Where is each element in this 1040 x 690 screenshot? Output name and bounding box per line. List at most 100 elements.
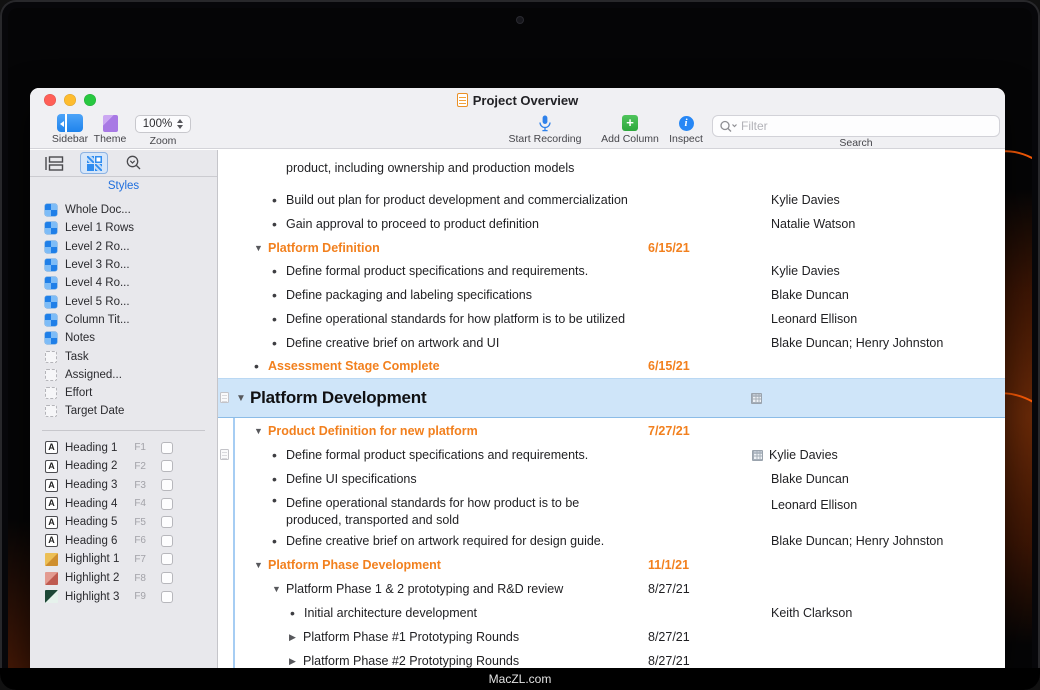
outline-row-wrapped[interactable]: • Define operational standards for how p…	[218, 491, 1005, 529]
outline-row[interactable]: • Define formal product specifications a…	[218, 259, 1005, 283]
stepper-icon	[177, 119, 183, 129]
outline-row-wrapped-continuation[interactable]: product, including ownership and product…	[218, 150, 1005, 188]
outline-row[interactable]: ▼ Platform Phase 1 & 2 prototyping and R…	[218, 577, 1005, 601]
outline-section-row[interactable]: ▼ Product Definition for new platform 7/…	[218, 418, 1005, 443]
target-date-cell: 7/27/21	[648, 424, 690, 438]
document-icon	[457, 93, 468, 107]
assignee-cell: Blake Duncan; Henry Johnston	[771, 336, 943, 350]
outline-section-row[interactable]: ▼ Platform Phase Development 11/1/21	[218, 553, 1005, 577]
tab-styles[interactable]	[80, 152, 108, 174]
named-style-highlight-3[interactable]: Highlight 3F9	[30, 587, 217, 606]
note-icon[interactable]	[220, 449, 229, 460]
style-checkbox[interactable]	[161, 572, 173, 584]
style-list: Whole Doc... Level 1 Rows Level 2 Ro... …	[30, 201, 217, 421]
named-style-highlight-1[interactable]: Highlight 1F7	[30, 550, 217, 569]
bullet-marker: •	[272, 290, 286, 300]
bullet-marker: •	[272, 536, 286, 546]
disclosure-triangle-icon[interactable]: ▼	[236, 393, 250, 404]
style-swatch-icon	[45, 204, 57, 216]
style-checkbox[interactable]	[161, 479, 173, 491]
style-item-assigned[interactable]: Assigned...	[30, 366, 217, 384]
outline-row[interactable]: • Define creative brief on artwork and U…	[218, 331, 1005, 354]
outline-milestone-row[interactable]: • Assessment Stage Complete 6/15/21	[218, 354, 1005, 378]
target-date-cell: 6/15/21	[648, 241, 690, 255]
toolbar-zoom-control[interactable]: 100% Zoom	[118, 113, 208, 147]
style-item-task[interactable]: Task	[30, 347, 217, 365]
zoom-button[interactable]	[84, 94, 96, 106]
named-style-heading-6[interactable]: Heading 6F6	[30, 532, 217, 551]
search-label: Search	[712, 137, 1000, 149]
search-icon	[720, 120, 737, 132]
disclosure-triangle-icon[interactable]: ▼	[254, 243, 268, 253]
toolbar-start-recording-button[interactable]: Start Recording	[500, 113, 590, 145]
selected-section-row[interactable]: ▼ Platform Development	[218, 378, 1005, 418]
style-item-effort[interactable]: Effort	[30, 384, 217, 402]
bullet-marker: •	[254, 361, 268, 371]
style-item-level-4-rows[interactable]: Level 4 Ro...	[30, 274, 217, 292]
disclosure-triangle-icon[interactable]: ▼	[254, 560, 268, 570]
info-icon: i	[679, 116, 694, 131]
style-swatch-icon	[45, 277, 57, 289]
highlight-swatch-icon	[45, 590, 58, 603]
style-checkbox[interactable]	[161, 553, 173, 565]
outline-row[interactable]: ▶ Platform Phase #1 Prototyping Rounds 8…	[218, 625, 1005, 649]
highlight-swatch-icon	[45, 572, 58, 585]
note-icon[interactable]	[220, 392, 229, 403]
filter-search-field[interactable]	[712, 115, 1000, 137]
outline-row[interactable]: • Initial architecture development Keith…	[218, 601, 1005, 625]
style-item-target-date[interactable]: Target Date	[30, 402, 217, 420]
disclosure-triangle-icon[interactable]: ▼	[272, 584, 286, 594]
named-style-heading-1[interactable]: Heading 1F1	[30, 439, 217, 458]
outline-row[interactable]: • Gain approval to proceed to product de…	[218, 212, 1005, 236]
disclosure-triangle-icon[interactable]: ▶	[289, 656, 303, 667]
add-column-icon: +	[622, 115, 638, 131]
tab-sections[interactable]	[40, 152, 68, 174]
outline-section-row[interactable]: ▼ Platform Definition 6/15/21	[218, 236, 1005, 259]
search-input[interactable]	[741, 119, 992, 133]
style-item-notes[interactable]: Notes	[30, 329, 217, 347]
style-checkbox[interactable]	[161, 442, 173, 454]
style-checkbox[interactable]	[161, 460, 173, 472]
style-swatch-icon	[45, 296, 57, 308]
named-style-heading-4[interactable]: Heading 4F4	[30, 494, 217, 513]
style-item-whole-document[interactable]: Whole Doc...	[30, 201, 217, 219]
style-checkbox[interactable]	[161, 535, 173, 547]
style-checkbox[interactable]	[161, 516, 173, 528]
outline-row[interactable]: • Define creative brief on artwork requi…	[218, 529, 1005, 553]
disclosure-triangle-icon[interactable]: ▶	[289, 632, 303, 643]
outline-row[interactable]: • Define packaging and labeling specific…	[218, 283, 1005, 307]
tab-find-style[interactable]	[120, 152, 148, 174]
outline-row[interactable]: ▶ Platform Phase #2 Prototyping Rounds 8…	[218, 649, 1005, 668]
assignee-cell: Blake Duncan	[771, 288, 849, 302]
outline-row[interactable]: • Define UI specifications Blake Duncan	[218, 467, 1005, 491]
bullet-marker: •	[290, 608, 304, 618]
bullet-marker: •	[272, 338, 286, 348]
style-swatch-icon	[45, 222, 57, 234]
watermark-text: MacZL.com	[489, 672, 552, 686]
zoom-stepper[interactable]: 100%	[135, 115, 191, 133]
outline-view: product, including ownership and product…	[218, 150, 1005, 668]
style-item-level-1-rows[interactable]: Level 1 Rows	[30, 219, 217, 237]
bullet-marker: •	[272, 314, 286, 324]
assignee-cell: Blake Duncan	[771, 472, 849, 486]
named-style-heading-5[interactable]: Heading 5F5	[30, 513, 217, 532]
style-checkbox[interactable]	[161, 498, 173, 510]
disclosure-triangle-icon[interactable]: ▼	[254, 426, 268, 436]
bullet-marker: •	[272, 495, 286, 505]
style-item-level-5-rows[interactable]: Level 5 Ro...	[30, 292, 217, 310]
named-style-highlight-2[interactable]: Highlight 2F8	[30, 569, 217, 588]
outline-row[interactable]: • Define formal product specifications a…	[218, 443, 1005, 467]
named-style-heading-3[interactable]: Heading 3F3	[30, 476, 217, 495]
close-button[interactable]	[44, 94, 56, 106]
style-item-level-2-rows[interactable]: Level 2 Ro...	[30, 238, 217, 256]
style-item-column-titles[interactable]: Column Tit...	[30, 311, 217, 329]
assignee-cell: Leonard Ellison	[771, 312, 857, 326]
assignee-cell: Kylie Davies	[752, 448, 838, 462]
style-swatch-icon	[45, 241, 57, 253]
named-style-heading-2[interactable]: Heading 2F2	[30, 457, 217, 476]
style-checkbox[interactable]	[161, 591, 173, 603]
minimize-button[interactable]	[64, 94, 76, 106]
style-item-level-3-rows[interactable]: Level 3 Ro...	[30, 256, 217, 274]
outline-row[interactable]: • Build out plan for product development…	[218, 188, 1005, 212]
outline-row[interactable]: • Define operational standards for how p…	[218, 307, 1005, 331]
